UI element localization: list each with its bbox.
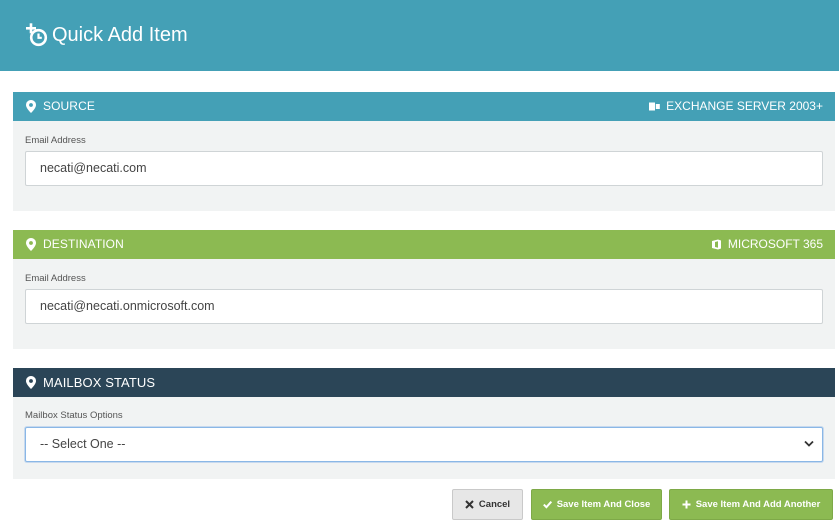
source-platform: EXCHANGE SERVER 2003+: [649, 92, 823, 121]
add-clock-icon: [26, 23, 48, 47]
save-and-add-another-button[interactable]: Save Item And Add Another: [669, 489, 833, 520]
office-icon: [711, 239, 721, 250]
map-marker-icon: [26, 376, 36, 389]
destination-email-input[interactable]: necati@necati.onmicrosoft.com: [25, 289, 823, 324]
mailbox-status-selected: -- Select One --: [40, 437, 126, 451]
destination-platform: MICROSOFT 365: [711, 230, 823, 259]
source-email-input[interactable]: necati@necati.com: [25, 151, 823, 186]
source-title: SOURCE: [43, 99, 95, 113]
exchange-icon: [649, 102, 660, 111]
close-icon: [465, 500, 474, 509]
map-marker-icon: [26, 238, 36, 251]
save-and-add-another-label: Save Item And Add Another: [695, 499, 821, 510]
save-and-close-button[interactable]: Save Item And Close: [531, 489, 662, 520]
chevron-down-icon: [804, 440, 814, 447]
mailbox-status-select[interactable]: -- Select One --: [25, 427, 823, 462]
map-marker-icon: [26, 100, 36, 113]
source-email-label: Email Address: [25, 135, 86, 146]
mailbox-status-label: Mailbox Status Options: [25, 410, 123, 421]
source-header: SOURCE EXCHANGE SERVER 2003+: [13, 92, 835, 121]
source-section: SOURCE EXCHANGE SERVER 2003+ Email Addre…: [13, 92, 835, 211]
cancel-button[interactable]: Cancel: [452, 489, 523, 520]
save-and-close-label: Save Item And Close: [556, 499, 651, 510]
page-title: Quick Add Item: [52, 24, 188, 46]
destination-title: DESTINATION: [43, 237, 124, 251]
destination-section: DESTINATION MICROSOFT 365 Email Address …: [13, 230, 835, 349]
mailbox-status-section: MAILBOX STATUS Mailbox Status Options --…: [13, 368, 835, 479]
destination-platform-label: MICROSOFT 365: [727, 237, 823, 251]
source-platform-label: EXCHANGE SERVER 2003+: [666, 99, 823, 113]
check-icon: [542, 500, 552, 509]
page-header: Quick Add Item: [0, 0, 839, 71]
mailbox-status-title: MAILBOX STATUS: [43, 375, 156, 390]
mailbox-status-header: MAILBOX STATUS: [13, 368, 835, 397]
destination-email-label: Email Address: [25, 273, 86, 284]
destination-header: DESTINATION MICROSOFT 365: [13, 230, 835, 259]
plus-icon: [682, 500, 691, 509]
cancel-button-label: Cancel: [478, 499, 511, 510]
